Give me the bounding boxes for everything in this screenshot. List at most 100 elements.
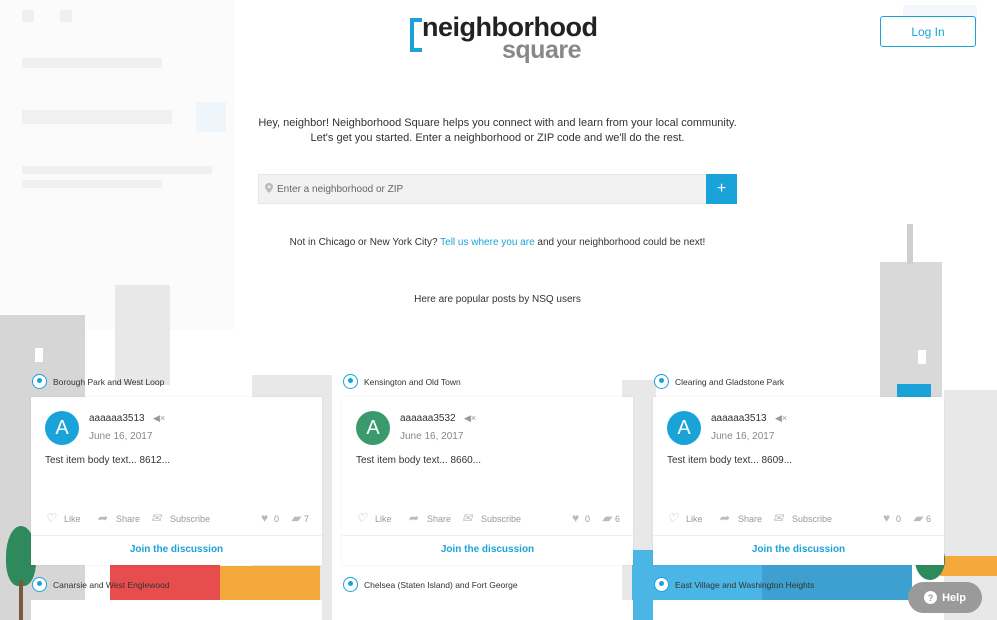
divider bbox=[653, 535, 944, 536]
post-card-partial[interactable] bbox=[653, 600, 944, 620]
comment-icon: ▰ bbox=[291, 511, 301, 525]
join-discussion-link[interactable]: Join the discussion bbox=[31, 544, 322, 555]
comment-count-value: 7 bbox=[304, 513, 310, 524]
comment-count: ▰ 6 bbox=[602, 511, 621, 525]
like-button[interactable]: ♡ Like bbox=[356, 511, 392, 525]
neighborhood-search[interactable]: Enter a neighborhood or ZIP + bbox=[258, 174, 737, 204]
location-pin-icon bbox=[343, 577, 358, 592]
post-location[interactable]: Canarsie and West Englewood bbox=[32, 577, 170, 592]
subscribe-button[interactable]: ✉ Subscribe bbox=[462, 512, 522, 524]
post-location-label: East Village and Washington Heights bbox=[675, 579, 815, 590]
tell-us-link[interactable]: Tell us where you are bbox=[440, 237, 535, 248]
building-window bbox=[918, 350, 926, 364]
search-input[interactable]: Enter a neighborhood or ZIP bbox=[277, 184, 403, 195]
search-submit-button[interactable]: + bbox=[706, 174, 737, 204]
comment-count: ▰ 6 bbox=[913, 512, 932, 524]
like-label: Like bbox=[375, 513, 392, 524]
login-button[interactable]: Log In bbox=[880, 16, 976, 47]
post-location[interactable]: Chelsea (Staten Island) and Fort George bbox=[343, 577, 518, 592]
like-button[interactable]: ♡ Like bbox=[667, 512, 703, 524]
heart-filled-icon: ♥ bbox=[261, 511, 269, 525]
post-location-label: Canarsie and West Englewood bbox=[53, 579, 170, 590]
post-date: June 16, 2017 bbox=[711, 431, 775, 442]
location-pin-icon bbox=[654, 577, 669, 592]
subscribe-label: Subscribe bbox=[481, 513, 522, 524]
post-card[interactable]: A aaaaaa3513 ◀× June 16, 2017 Test item … bbox=[31, 397, 322, 565]
location-pin-icon bbox=[32, 374, 47, 389]
like-count: ♥ 0 bbox=[883, 512, 902, 524]
help-button[interactable]: ? Help bbox=[908, 582, 982, 613]
location-pin-icon bbox=[265, 183, 273, 193]
location-pin-icon bbox=[654, 374, 669, 389]
intro-line-2: Let's get you started. Enter a neighborh… bbox=[310, 132, 685, 144]
post-username[interactable]: aaaaaa3513 bbox=[711, 413, 767, 424]
post-username[interactable]: aaaaaa3513 bbox=[89, 413, 145, 424]
post-actions: ♡ Like ➦ Share ✉ Subscribe ♥ 0 ▰ 6 bbox=[667, 511, 932, 527]
location-pin-icon bbox=[343, 374, 358, 389]
post-location[interactable]: East Village and Washington Heights bbox=[654, 577, 814, 592]
post-location[interactable]: Clearing and Gladstone Park bbox=[654, 374, 784, 389]
building-left-tower bbox=[115, 285, 170, 385]
not-chicago-prefix: Not in Chicago or New York City? bbox=[289, 237, 438, 248]
like-label: Like bbox=[64, 513, 81, 524]
share-icon: ➦ bbox=[719, 511, 730, 525]
mute-icon[interactable]: ◀× bbox=[153, 413, 165, 424]
post-location-label: Clearing and Gladstone Park bbox=[675, 376, 785, 387]
post-username[interactable]: aaaaaa3532 bbox=[400, 413, 456, 424]
mute-icon[interactable]: ◀× bbox=[464, 413, 476, 424]
like-label: Like bbox=[686, 513, 703, 524]
avatar[interactable]: A bbox=[45, 411, 79, 445]
post-location-label: Chelsea (Staten Island) and Fort George bbox=[364, 579, 518, 590]
like-count-value: 0 bbox=[896, 513, 902, 524]
post-location-label: Borough Park and West Loop bbox=[53, 376, 165, 387]
heart-filled-icon: ♥ bbox=[572, 511, 580, 525]
post-card-partial[interactable] bbox=[31, 600, 322, 620]
subscribe-button[interactable]: ✉ Subscribe bbox=[773, 511, 833, 525]
post-location[interactable]: Borough Park and West Loop bbox=[32, 374, 164, 389]
comment-count-value: 6 bbox=[926, 513, 932, 524]
not-chicago-suffix: and your neighborhood could be next! bbox=[537, 237, 706, 248]
like-count: ♥ 0 bbox=[572, 511, 590, 525]
share-button[interactable]: ➦ Share bbox=[97, 511, 141, 525]
logo[interactable]: neighborhood square bbox=[410, 12, 598, 64]
comment-icon: ▰ bbox=[602, 511, 612, 525]
like-count-value: 0 bbox=[274, 513, 280, 524]
question-icon: ? bbox=[924, 591, 938, 604]
post-date: June 16, 2017 bbox=[89, 431, 153, 442]
post-card-partial[interactable] bbox=[342, 600, 633, 620]
share-icon: ➦ bbox=[408, 511, 419, 525]
like-button[interactable]: ♡ Like bbox=[45, 512, 81, 524]
post-card[interactable]: A aaaaaa3532 ◀× June 16, 2017 Test item … bbox=[342, 397, 633, 565]
not-chicago-text: Not in Chicago or New York City? Tell us… bbox=[240, 237, 755, 248]
post-body[interactable]: Test item body text... 8660... bbox=[356, 455, 481, 466]
post-body[interactable]: Test item body text... 8612... bbox=[45, 455, 170, 466]
share-icon: ➦ bbox=[97, 511, 108, 525]
plus-icon: + bbox=[716, 180, 727, 197]
avatar[interactable]: A bbox=[667, 411, 701, 445]
envelope-icon: ✉ bbox=[773, 511, 784, 525]
avatar[interactable]: A bbox=[356, 411, 390, 445]
divider bbox=[342, 535, 633, 536]
share-label: Share bbox=[116, 513, 141, 524]
post-card[interactable]: A aaaaaa3513 ◀× June 16, 2017 Test item … bbox=[653, 397, 944, 565]
share-button[interactable]: ➦ Share bbox=[719, 511, 762, 525]
mute-icon[interactable]: ◀× bbox=[775, 413, 787, 424]
join-discussion-link[interactable]: Join the discussion bbox=[342, 544, 633, 555]
comment-count-value: 6 bbox=[615, 513, 621, 524]
post-location[interactable]: Kensington and Old Town bbox=[343, 374, 461, 389]
heart-icon: ♡ bbox=[356, 511, 367, 525]
share-button[interactable]: ➦ Share bbox=[408, 511, 452, 525]
logo-word-square: square bbox=[502, 36, 581, 64]
share-label: Share bbox=[427, 513, 452, 524]
subscribe-button[interactable]: ✉ Subscribe bbox=[151, 512, 211, 524]
subscribe-label: Subscribe bbox=[170, 513, 211, 524]
subscribe-label: Subscribe bbox=[792, 513, 833, 524]
intro-line-1: Hey, neighbor! Neighborhood Square helps… bbox=[258, 117, 737, 129]
location-pin-icon bbox=[32, 577, 47, 592]
post-body[interactable]: Test item body text... 8609... bbox=[667, 455, 792, 466]
join-discussion-link[interactable]: Join the discussion bbox=[653, 544, 944, 555]
comment-count: ▰ 7 bbox=[291, 511, 310, 525]
tree-trunk bbox=[19, 580, 23, 620]
logo-bracket-icon bbox=[410, 18, 422, 52]
post-actions: ♡ Like ➦ Share ✉ Subscribe ♥ 0 ▰ 7 bbox=[45, 511, 310, 527]
